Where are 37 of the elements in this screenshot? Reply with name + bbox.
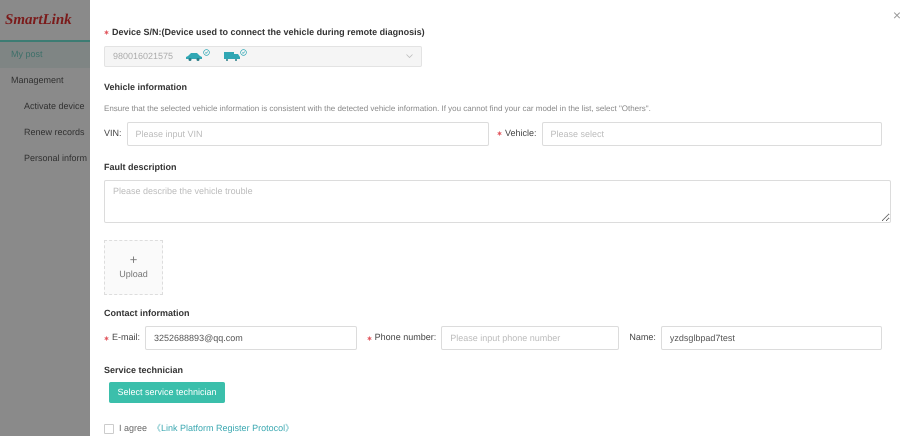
field-label: Vehicle: [497, 127, 537, 141]
car-icon [185, 52, 204, 61]
required-mark-icon [497, 131, 502, 136]
section-heading: Contact information [104, 306, 190, 320]
input-field[interactable]: Please input VIN [126, 122, 489, 146]
fault-textarea[interactable]: Please describe the vehicle trouble [104, 180, 891, 224]
input-field[interactable]: Please input phone number [441, 326, 620, 350]
required-mark-icon [366, 336, 372, 341]
section-heading: Fault description [104, 160, 178, 174]
field-label: Name: [629, 331, 656, 344]
sidebar-item[interactable]: Personal inform [0, 146, 90, 172]
sidebar-item[interactable]: Activate device [0, 94, 90, 120]
input-field[interactable]: 3252688893@qq.com [145, 326, 357, 350]
check-circle-icon [240, 48, 248, 56]
truck-icon [224, 51, 240, 62]
input-field[interactable]: yzdsglbpad7test [660, 326, 882, 350]
field-label: Device S/N:(Device used to connect the vehicle during remote diagnosis) [104, 26, 891, 40]
agree-checkbox[interactable] [104, 424, 114, 434]
section-heading: Vehicle information [104, 81, 188, 94]
section-heading: Service technician [104, 364, 184, 378]
agree-text: I agree [119, 422, 148, 436]
close-button[interactable]: × [892, 8, 901, 22]
required-mark-icon [104, 336, 109, 341]
sidebar-item[interactable]: Renew records [0, 120, 90, 146]
input-field[interactable]: Please select [542, 122, 882, 146]
device-serial: 980016021575 [113, 50, 174, 63]
sidebar-item[interactable]: Management [0, 68, 90, 94]
field-label: Phone number: [366, 331, 436, 345]
hint-text: Ensure that the selected vehicle information is consistent with the detected vehicle information. If you cannot find your car model in the list, select "Others". [104, 102, 652, 115]
required-mark-icon [104, 30, 109, 36]
upload-button[interactable]: + Upload [104, 240, 163, 295]
protocol-link[interactable]: 《Link Platform Register Protocol》 [152, 422, 294, 436]
chevron-down-icon [406, 54, 413, 58]
check-circle-icon [203, 48, 210, 56]
select-technician-button[interactable]: Select service technician [109, 382, 225, 404]
field-label: VIN: [104, 127, 122, 140]
field-label: E-mail: [104, 331, 140, 345]
